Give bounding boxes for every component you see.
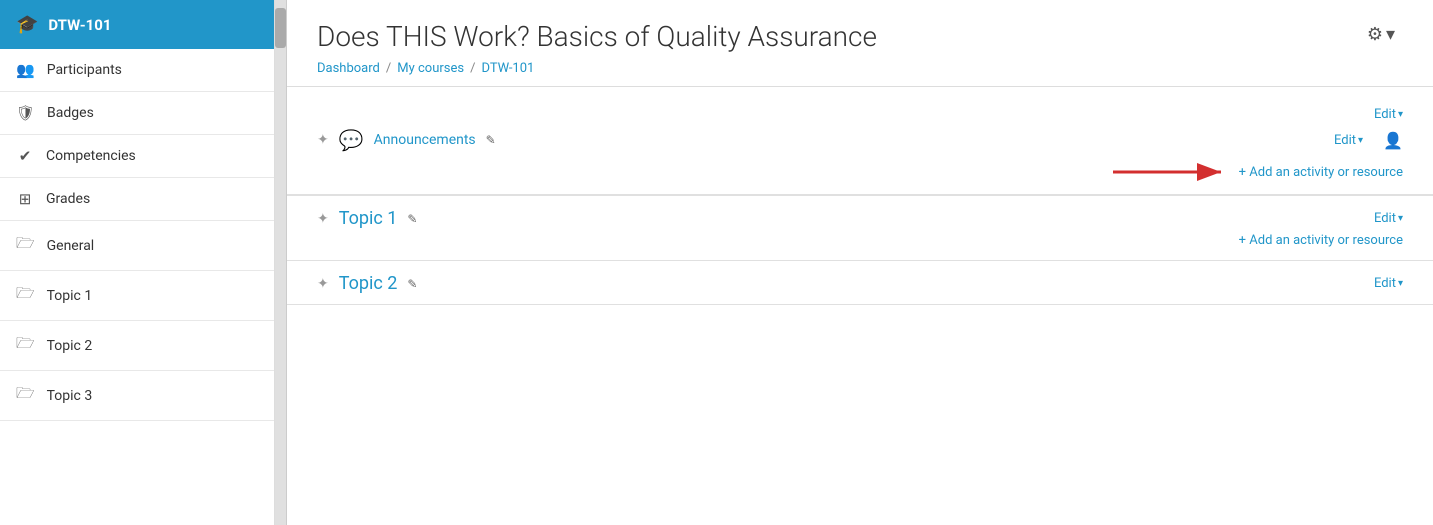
course-title: Does THIS Work? Basics of Quality Assura… [317, 20, 877, 53]
sidebar-item-label: General [47, 238, 95, 254]
general-edit-label: Edit [1374, 107, 1396, 122]
breadcrumb-dashboard[interactable]: Dashboard [317, 61, 380, 76]
breadcrumb: Dashboard / My courses / DTW-101 [317, 61, 1403, 76]
sidebar-item-topic1[interactable]: 🗁 Topic 1 [0, 271, 274, 321]
sidebar-item-label: Grades [46, 191, 90, 207]
breadcrumb-sep1: / [386, 61, 391, 76]
general-edit-chevron: ▾ [1398, 109, 1403, 120]
sidebar-item-label: Competencies [46, 148, 136, 164]
announcements-label: Announcements [374, 132, 476, 148]
drag-handle-topic1[interactable]: ✦ [317, 211, 329, 227]
badges-icon: 🛡 [16, 104, 35, 122]
topic1-add-row: + Add an activity or resource [317, 233, 1403, 248]
folder-icon-topic1: 🗁 [16, 283, 35, 308]
announcements-edit-button[interactable]: Edit ▾ [1334, 133, 1363, 148]
course-body: Edit ▾ ✦ 💬 Announcements ✎ Edit ▾ [287, 87, 1433, 315]
red-arrow-icon [1113, 158, 1233, 186]
sidebar-item-participants[interactable]: 👥 Participants [0, 49, 274, 92]
general-edit-button[interactable]: Edit ▾ [1374, 107, 1403, 122]
general-section: Edit ▾ ✦ 💬 Announcements ✎ Edit ▾ [287, 97, 1433, 195]
topic1-edit-button[interactable]: Edit ▾ [1374, 211, 1403, 226]
general-section-top: Edit ▾ [317, 107, 1403, 122]
topic1-edit-chevron: ▾ [1398, 213, 1403, 224]
announcements-edit-chevron: ▾ [1358, 135, 1363, 146]
participants-icon: 👥 [16, 61, 35, 79]
announcements-pencil-icon[interactable]: ✎ [486, 133, 496, 147]
add-activity-button-topic1[interactable]: + Add an activity or resource [1239, 233, 1403, 248]
gear-button[interactable]: ⚙ ▾ [1359, 20, 1403, 49]
folder-icon-general: 🗁 [16, 233, 35, 258]
topic2-header-row: ✦ Topic 2 ✎ Edit ▾ [317, 273, 1403, 294]
grades-icon: ⊞ [16, 190, 34, 208]
topic2-title-left: ✦ Topic 2 ✎ [317, 273, 417, 294]
sidebar-item-badges[interactable]: 🛡 Badges [0, 92, 274, 135]
topic2-edit-button[interactable]: Edit ▾ [1374, 276, 1403, 291]
topic1-header-row: ✦ Topic 1 ✎ Edit ▾ [317, 208, 1403, 229]
topic1-pencil-icon[interactable]: ✎ [407, 212, 417, 226]
sidebar-item-competencies[interactable]: ✔ Competencies [0, 135, 274, 178]
announcements-link[interactable]: Announcements [374, 132, 476, 148]
main-content: Does THIS Work? Basics of Quality Assura… [287, 0, 1433, 525]
announcements-edit-label: Edit [1334, 133, 1356, 148]
topic1-title[interactable]: Topic 1 [339, 208, 398, 229]
sidebar-scrollbar[interactable] [275, 0, 287, 525]
announcements-user-icon[interactable]: 👤 [1383, 131, 1403, 150]
topic2-edit-chevron: ▾ [1398, 278, 1403, 289]
topic1-section: ✦ Topic 1 ✎ Edit ▾ + Add an activity or … [287, 195, 1433, 260]
breadcrumb-sep2: / [470, 61, 475, 76]
scrollbar-thumb [275, 8, 286, 48]
folder-icon-topic2: 🗁 [16, 333, 35, 358]
sidebar-item-label: Participants [47, 62, 122, 78]
folder-icon-topic3: 🗁 [16, 383, 35, 408]
topic2-section: ✦ Topic 2 ✎ Edit ▾ [287, 260, 1433, 305]
topic2-title[interactable]: Topic 2 [339, 273, 398, 294]
sidebar-item-label: Badges [47, 105, 94, 121]
sidebar-item-label: Topic 3 [47, 388, 93, 404]
announcements-icon: 💬 [339, 128, 364, 152]
breadcrumb-course[interactable]: DTW-101 [481, 61, 534, 76]
sidebar-item-topic2[interactable]: 🗁 Topic 2 [0, 321, 274, 371]
topic1-edit-label: Edit [1374, 211, 1396, 226]
sidebar-item-grades[interactable]: ⊞ Grades [0, 178, 274, 221]
gear-dropdown-icon: ▾ [1386, 24, 1395, 45]
sidebar-item-topic3[interactable]: 🗁 Topic 3 [0, 371, 274, 421]
graduation-icon: 🎓 [16, 14, 38, 35]
sidebar: 🎓 DTW-101 👥 Participants 🛡 Badges ✔ Comp… [0, 0, 275, 525]
drag-handle-topic2[interactable]: ✦ [317, 276, 329, 292]
sidebar-header[interactable]: 🎓 DTW-101 [0, 0, 274, 49]
announcements-activity: ✦ 💬 Announcements ✎ Edit ▾ 👤 [317, 128, 1403, 152]
gear-icon: ⚙ [1367, 24, 1383, 45]
sidebar-item-label: Topic 1 [47, 288, 93, 304]
topic2-edit-label: Edit [1374, 276, 1396, 291]
topic2-pencil-icon[interactable]: ✎ [407, 277, 417, 291]
breadcrumb-mycourses[interactable]: My courses [397, 61, 464, 76]
drag-handle-announcements[interactable]: ✦ [317, 132, 329, 148]
course-header: Does THIS Work? Basics of Quality Assura… [287, 0, 1433, 87]
sidebar-item-label: Topic 2 [47, 338, 93, 354]
sidebar-course-title: DTW-101 [48, 16, 111, 34]
add-activity-button-general[interactable]: + Add an activity or resource [1239, 165, 1403, 180]
topic1-title-left: ✦ Topic 1 ✎ [317, 208, 417, 229]
competencies-icon: ✔ [16, 147, 34, 165]
announcements-actions: Edit ▾ 👤 [1334, 131, 1403, 150]
sidebar-item-general[interactable]: 🗁 General [0, 221, 274, 271]
add-activity-arrow-container: + Add an activity or resource [317, 158, 1403, 186]
